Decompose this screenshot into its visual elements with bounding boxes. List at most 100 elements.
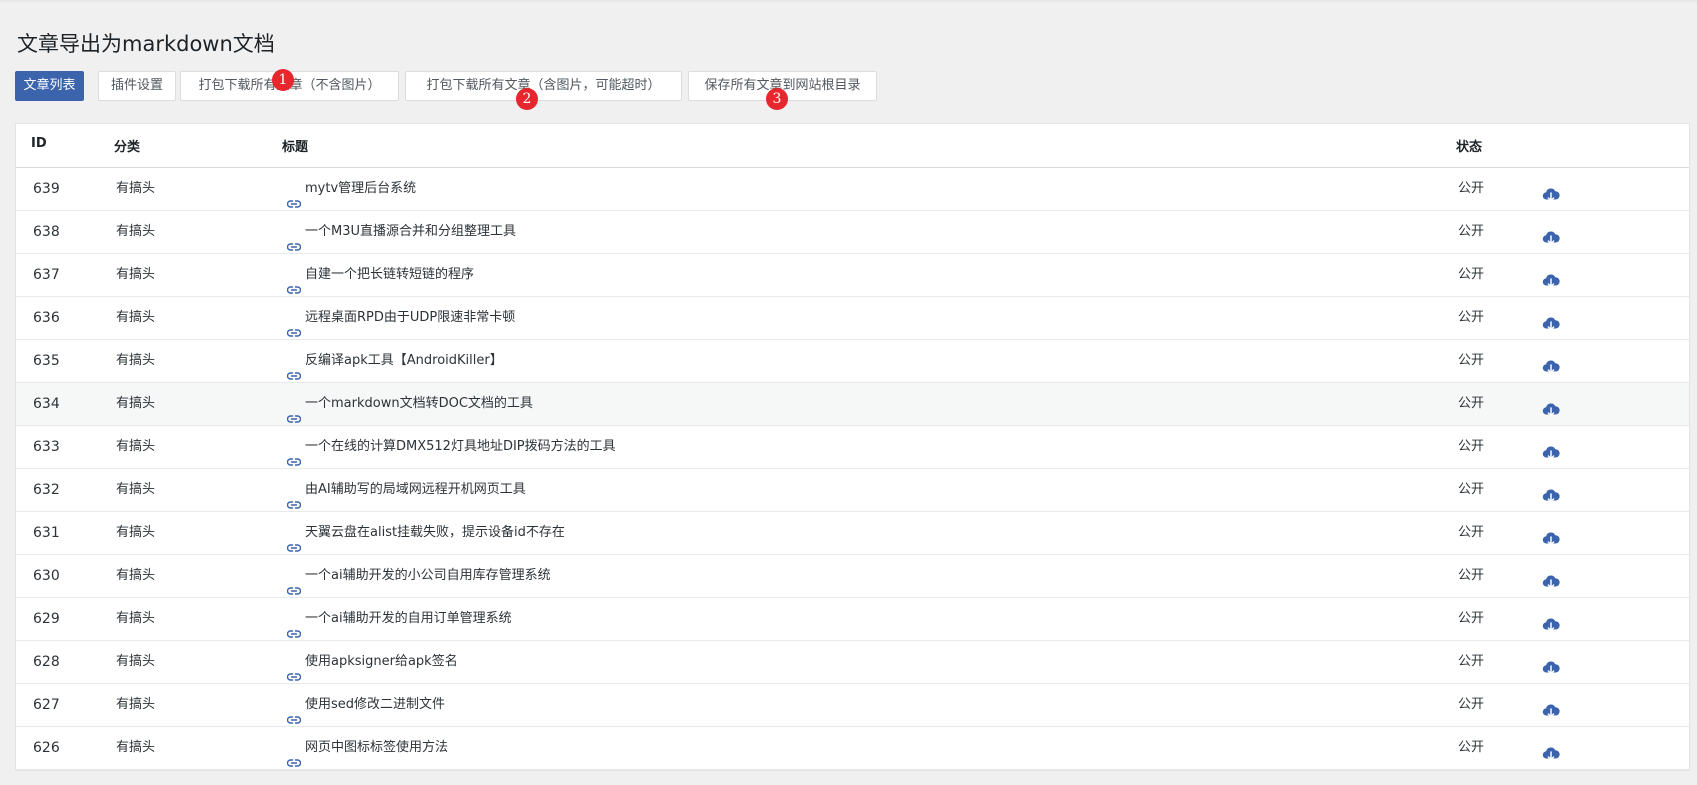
annotation-badge-1: 1 bbox=[272, 69, 294, 91]
row-title: 由AI辅助写的局域网远程开机网页工具 bbox=[305, 482, 526, 497]
table-row: 633 有搞头 一个在线的计算DMX512灯具地址DIP拨码方法的工具 公开 bbox=[16, 426, 1689, 469]
cloud-download-icon[interactable] bbox=[1542, 524, 1560, 546]
row-category: 有搞头 bbox=[116, 740, 156, 755]
row-category: 有搞头 bbox=[116, 224, 156, 239]
link-icon bbox=[286, 227, 302, 251]
row-category: 有搞头 bbox=[116, 654, 156, 669]
row-status: 公开 bbox=[1458, 654, 1485, 669]
cloud-download-icon[interactable] bbox=[1542, 610, 1560, 632]
row-category: 有搞头 bbox=[116, 353, 156, 368]
row-status: 公开 bbox=[1458, 181, 1485, 196]
row-category: 有搞头 bbox=[116, 181, 156, 196]
row-title: 天翼云盘在alist挂载失败，提示设备id不存在 bbox=[305, 525, 565, 540]
table-row: 626 有搞头 网页中图标标签使用方法 公开 bbox=[16, 727, 1689, 770]
cloud-download-icon[interactable] bbox=[1542, 180, 1560, 202]
link-icon bbox=[286, 743, 302, 767]
row-title-link[interactable]: 由AI辅助写的局域网远程开机网页工具 bbox=[286, 469, 526, 511]
row-id: 636 bbox=[33, 310, 60, 326]
row-status: 公开 bbox=[1458, 267, 1485, 282]
row-title: 使用apksigner给apk签名 bbox=[305, 654, 458, 669]
table-row: 630 有搞头 一个ai辅助开发的小公司自用库存管理系统 公开 bbox=[16, 555, 1689, 598]
row-title-link[interactable]: 一个M3U直播源合并和分组整理工具 bbox=[286, 211, 516, 253]
row-category: 有搞头 bbox=[116, 396, 156, 411]
link-icon bbox=[286, 485, 302, 509]
row-category: 有搞头 bbox=[116, 525, 156, 540]
row-id: 632 bbox=[33, 482, 60, 498]
table-row: 627 有搞头 使用sed修改二进制文件 公开 bbox=[16, 684, 1689, 727]
row-status: 公开 bbox=[1458, 482, 1485, 497]
row-title: 网页中图标标签使用方法 bbox=[305, 740, 449, 755]
plugin-settings-button[interactable]: 插件设置 bbox=[98, 71, 176, 101]
row-id: 633 bbox=[33, 439, 60, 455]
cloud-download-icon[interactable] bbox=[1542, 266, 1560, 288]
table-row: 634 有搞头 一个markdown文档转DOC文档的工具 公开 bbox=[16, 383, 1689, 426]
link-icon bbox=[286, 313, 302, 337]
row-title-link[interactable]: 使用sed修改二进制文件 bbox=[286, 684, 446, 726]
row-title-link[interactable]: 一个ai辅助开发的自用订单管理系统 bbox=[286, 598, 512, 640]
row-status: 公开 bbox=[1458, 525, 1485, 540]
row-status: 公开 bbox=[1458, 568, 1485, 583]
link-icon bbox=[286, 270, 302, 294]
link-icon bbox=[286, 571, 302, 595]
row-id: 630 bbox=[33, 568, 60, 584]
table-row: 636 有搞头 远程桌面RPD由于UDP限速非常卡顿 公开 bbox=[16, 297, 1689, 340]
row-status: 公开 bbox=[1458, 224, 1485, 239]
cloud-download-icon[interactable] bbox=[1542, 653, 1560, 675]
article-list-button[interactable]: 文章列表 bbox=[15, 71, 84, 101]
row-title-link[interactable]: mytv管理后台系统 bbox=[286, 168, 417, 210]
row-title: 一个在线的计算DMX512灯具地址DIP拨码方法的工具 bbox=[305, 439, 616, 454]
row-title-link[interactable]: 天翼云盘在alist挂载失败，提示设备id不存在 bbox=[286, 512, 565, 554]
row-id: 626 bbox=[33, 740, 60, 756]
link-icon bbox=[286, 700, 302, 724]
table-header: ID 分类 标题 状态 bbox=[16, 124, 1689, 168]
row-category: 有搞头 bbox=[116, 310, 156, 325]
cloud-download-icon[interactable] bbox=[1542, 481, 1560, 503]
row-title-link[interactable]: 反编译apk工具【AndroidKiller】 bbox=[286, 340, 503, 382]
cloud-download-icon[interactable] bbox=[1542, 696, 1560, 718]
row-title-link[interactable]: 网页中图标标签使用方法 bbox=[286, 727, 449, 769]
row-category: 有搞头 bbox=[116, 482, 156, 497]
row-title-link[interactable]: 一个在线的计算DMX512灯具地址DIP拨码方法的工具 bbox=[286, 426, 616, 468]
top-border bbox=[0, 0, 1697, 2]
article-table: ID 分类 标题 状态 639 有搞头 mytv管理后台系统 公开 638 有搞头 一个M3… bbox=[15, 123, 1690, 771]
download-all-with-images-button[interactable]: 打包下载所有文章（含图片，可能超时） bbox=[405, 71, 682, 101]
row-status: 公开 bbox=[1458, 396, 1485, 411]
link-icon bbox=[286, 184, 302, 208]
row-status: 公开 bbox=[1458, 740, 1485, 755]
row-title-link[interactable]: 远程桌面RPD由于UDP限速非常卡顿 bbox=[286, 297, 516, 339]
table-row: 631 有搞头 天翼云盘在alist挂载失败，提示设备id不存在 公开 bbox=[16, 512, 1689, 555]
link-icon bbox=[286, 442, 302, 466]
row-title-link[interactable]: 一个markdown文档转DOC文档的工具 bbox=[286, 383, 533, 425]
row-id: 631 bbox=[33, 525, 60, 541]
row-status: 公开 bbox=[1458, 439, 1485, 454]
cloud-download-icon[interactable] bbox=[1542, 309, 1560, 331]
cloud-download-icon[interactable] bbox=[1542, 567, 1560, 589]
row-status: 公开 bbox=[1458, 697, 1485, 712]
row-title: 一个ai辅助开发的小公司自用库存管理系统 bbox=[305, 568, 551, 583]
link-icon bbox=[286, 399, 302, 423]
row-category: 有搞头 bbox=[116, 611, 156, 626]
row-title: 使用sed修改二进制文件 bbox=[305, 697, 446, 712]
column-header-category: 分类 bbox=[114, 140, 141, 155]
row-title: mytv管理后台系统 bbox=[305, 181, 417, 196]
link-icon bbox=[286, 657, 302, 681]
cloud-download-icon[interactable] bbox=[1542, 395, 1560, 417]
row-title-link[interactable]: 自建一个把长链转短链的程序 bbox=[286, 254, 475, 296]
row-title-link[interactable]: 一个ai辅助开发的小公司自用库存管理系统 bbox=[286, 555, 551, 597]
cloud-download-icon[interactable] bbox=[1542, 739, 1560, 761]
row-title: 远程桌面RPD由于UDP限速非常卡顿 bbox=[305, 310, 516, 325]
row-category: 有搞头 bbox=[116, 697, 156, 712]
row-id: 628 bbox=[33, 654, 60, 670]
row-title: 自建一个把长链转短链的程序 bbox=[305, 267, 475, 282]
page-title: 文章导出为markdown文档 bbox=[17, 32, 275, 56]
cloud-download-icon[interactable] bbox=[1542, 352, 1560, 374]
cloud-download-icon[interactable] bbox=[1542, 438, 1560, 460]
row-id: 634 bbox=[33, 396, 60, 412]
row-title-link[interactable]: 使用apksigner给apk签名 bbox=[286, 641, 458, 683]
table-row: 635 有搞头 反编译apk工具【AndroidKiller】 公开 bbox=[16, 340, 1689, 383]
row-id: 627 bbox=[33, 697, 60, 713]
table-body: 639 有搞头 mytv管理后台系统 公开 638 有搞头 一个M3U直播源合并和分组整理工… bbox=[16, 168, 1689, 770]
table-row: 637 有搞头 自建一个把长链转短链的程序 公开 bbox=[16, 254, 1689, 297]
cloud-download-icon[interactable] bbox=[1542, 223, 1560, 245]
row-category: 有搞头 bbox=[116, 439, 156, 454]
